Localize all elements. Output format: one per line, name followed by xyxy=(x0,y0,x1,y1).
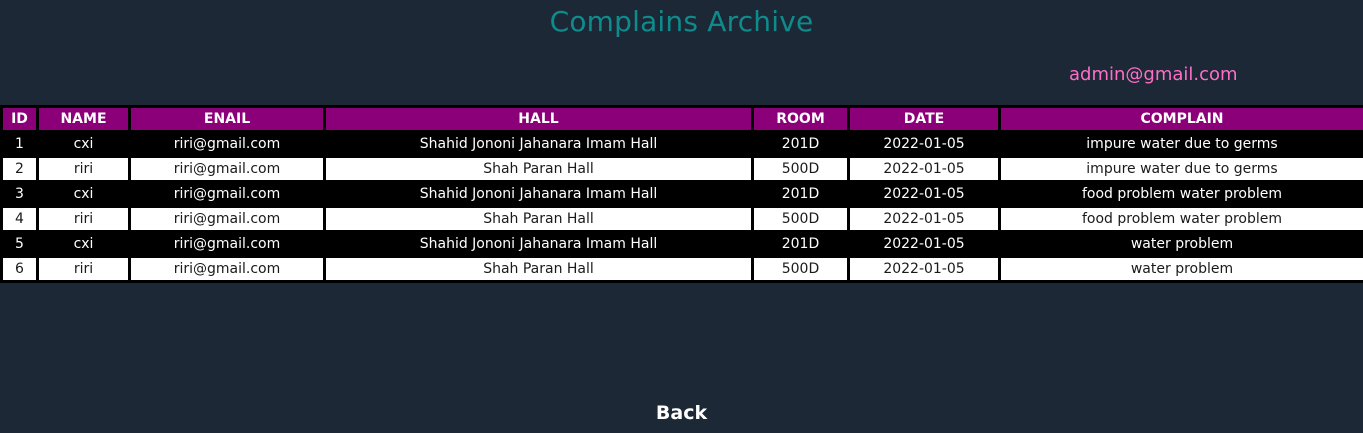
column-header-name: NAME xyxy=(36,105,131,133)
page-title: Complains Archive xyxy=(549,5,814,38)
complains-table: ID NAME ENAIL HALL ROOM DATE COMPLAIN 1 … xyxy=(0,105,1363,283)
column-header-email: ENAIL xyxy=(128,105,326,133)
cell-email: riri@gmail.com xyxy=(128,155,326,183)
cell-complain: impure water due to germs xyxy=(998,130,1363,158)
column-header-id: ID xyxy=(0,105,39,133)
cell-email: riri@gmail.com xyxy=(128,130,326,158)
cell-id: 4 xyxy=(0,205,39,233)
cell-id: 5 xyxy=(0,230,39,258)
cell-room: 500D xyxy=(751,205,850,233)
cell-hall: Shahid Jononi Jahanara Imam Hall xyxy=(323,180,754,208)
cell-complain: water problem xyxy=(998,230,1363,258)
table-row: 5 cxi riri@gmail.com Shahid Jononi Jahan… xyxy=(0,230,1363,258)
cell-name: riri xyxy=(36,255,131,283)
cell-date: 2022-01-05 xyxy=(847,180,1001,208)
cell-id: 1 xyxy=(0,130,39,158)
cell-hall: Shahid Jononi Jahanara Imam Hall xyxy=(323,130,754,158)
cell-id: 3 xyxy=(0,180,39,208)
cell-room: 201D xyxy=(751,230,850,258)
cell-name: riri xyxy=(36,155,131,183)
column-header-complain: COMPLAIN xyxy=(998,105,1363,133)
cell-complain: food problem water problem xyxy=(998,205,1363,233)
cell-name: riri xyxy=(36,205,131,233)
cell-name: cxi xyxy=(36,130,131,158)
cell-name: cxi xyxy=(36,180,131,208)
cell-date: 2022-01-05 xyxy=(847,230,1001,258)
cell-complain: food problem water problem xyxy=(998,180,1363,208)
cell-date: 2022-01-05 xyxy=(847,155,1001,183)
cell-hall: Shah Paran Hall xyxy=(323,255,754,283)
cell-date: 2022-01-05 xyxy=(847,205,1001,233)
table-row: 4 riri riri@gmail.com Shah Paran Hall 50… xyxy=(0,205,1363,233)
cell-date: 2022-01-05 xyxy=(847,130,1001,158)
cell-email: riri@gmail.com xyxy=(128,180,326,208)
cell-id: 2 xyxy=(0,155,39,183)
cell-complain: impure water due to germs xyxy=(998,155,1363,183)
cell-room: 500D xyxy=(751,255,850,283)
cell-complain: water problem xyxy=(998,255,1363,283)
cell-email: riri@gmail.com xyxy=(128,230,326,258)
complains-table-wrapper: ID NAME ENAIL HALL ROOM DATE COMPLAIN 1 … xyxy=(0,105,1363,283)
table-row: 2 riri riri@gmail.com Shah Paran Hall 50… xyxy=(0,155,1363,183)
cell-email: riri@gmail.com xyxy=(128,205,326,233)
cell-hall: Shahid Jononi Jahanara Imam Hall xyxy=(323,230,754,258)
cell-name: cxi xyxy=(36,230,131,258)
cell-date: 2022-01-05 xyxy=(847,255,1001,283)
cell-room: 500D xyxy=(751,155,850,183)
table-header-row: ID NAME ENAIL HALL ROOM DATE COMPLAIN xyxy=(0,105,1363,133)
cell-id: 6 xyxy=(0,255,39,283)
table-row: 1 cxi riri@gmail.com Shahid Jononi Jahan… xyxy=(0,130,1363,158)
cell-hall: Shah Paran Hall xyxy=(323,205,754,233)
back-link[interactable]: Back xyxy=(0,400,1363,426)
table-row: 3 cxi riri@gmail.com Shahid Jononi Jahan… xyxy=(0,180,1363,208)
cell-room: 201D xyxy=(751,130,850,158)
user-email: admin@gmail.com xyxy=(1069,64,1238,85)
cell-hall: Shah Paran Hall xyxy=(323,155,754,183)
cell-room: 201D xyxy=(751,180,850,208)
cell-email: riri@gmail.com xyxy=(128,255,326,283)
page: Complains Archive admin@gmail.com ID NAM… xyxy=(0,0,1363,433)
table-row: 6 riri riri@gmail.com Shah Paran Hall 50… xyxy=(0,255,1363,283)
column-header-hall: HALL xyxy=(323,105,754,133)
column-header-date: DATE xyxy=(847,105,1001,133)
column-header-room: ROOM xyxy=(751,105,850,133)
